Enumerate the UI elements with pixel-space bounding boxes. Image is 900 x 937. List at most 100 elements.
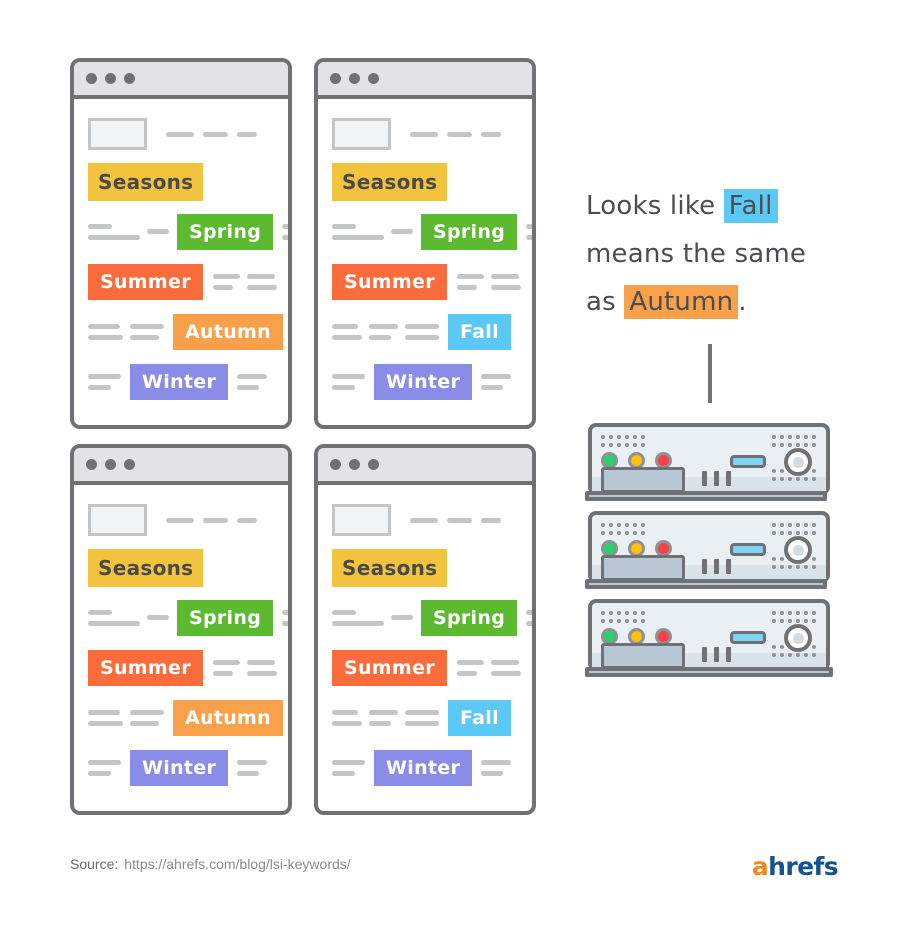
browser-window-top-right[interactable]: Seasons Spring Summer Fall Winter xyxy=(314,58,536,429)
browser-window-top-left[interactable]: Seasons Spring Summer Autumn Winter xyxy=(70,58,292,429)
browser-window-bottom-right[interactable]: Seasons Spring Summer Fall Winter xyxy=(314,444,536,815)
server-unit-3[interactable] xyxy=(588,599,830,671)
keyword-tag-fall[interactable]: Fall xyxy=(448,699,511,736)
keyword-tag-summer[interactable]: Summer xyxy=(88,649,203,686)
text-dash xyxy=(282,223,288,229)
window-dot-maximize-icon[interactable] xyxy=(124,73,135,84)
text-dash xyxy=(456,273,484,279)
keyword-tag-spring[interactable]: Spring xyxy=(177,599,274,636)
text-dash xyxy=(332,223,356,229)
power-knob-icon[interactable] xyxy=(784,536,812,564)
vent-dot-grid-left xyxy=(601,611,645,623)
window-dot-minimize-icon[interactable] xyxy=(105,73,116,84)
keyword-tag-winter[interactable]: Winter xyxy=(374,749,473,786)
drive-slot[interactable] xyxy=(730,631,766,644)
dash-group-left-2 xyxy=(147,229,169,234)
keyword-tag-summer[interactable]: Summer xyxy=(332,263,447,300)
keyword-row-seasons: Seasons xyxy=(88,547,274,588)
dash-group-right xyxy=(237,759,268,776)
keyword-tag-autumn[interactable]: Autumn xyxy=(173,699,283,736)
logo-placeholder xyxy=(88,118,147,150)
window-dot-close-icon[interactable] xyxy=(86,459,97,470)
window-dot-close-icon[interactable] xyxy=(330,73,341,84)
indicator-bars xyxy=(702,559,731,574)
text-dash xyxy=(332,770,355,776)
page-content: Seasons Spring Summer xyxy=(74,485,288,788)
callout-line2: means the same xyxy=(586,239,807,269)
server-unit-1[interactable] xyxy=(588,423,830,495)
browser-titlebar xyxy=(318,62,532,99)
logo-placeholder xyxy=(88,504,147,536)
drive-slot[interactable] xyxy=(730,455,766,468)
text-dash xyxy=(526,609,532,615)
server-tray[interactable] xyxy=(601,467,685,493)
vent-dot-grid-right-top xyxy=(772,435,816,447)
window-dot-minimize-icon[interactable] xyxy=(349,459,360,470)
header-dash xyxy=(481,517,501,523)
server-tray[interactable] xyxy=(601,555,685,581)
dash-group-right xyxy=(282,223,288,240)
page-header-row xyxy=(88,116,274,152)
server-rack xyxy=(585,423,833,695)
keyword-tag-spring[interactable]: Spring xyxy=(421,599,518,636)
dash-group-left xyxy=(332,223,384,240)
text-dash xyxy=(212,273,240,279)
dash-group-right xyxy=(212,659,240,676)
dash-group-right-2 xyxy=(490,659,521,676)
source-url[interactable]: https://ahrefs.com/blog/lsi-keywords/ xyxy=(124,856,350,872)
power-knob-icon[interactable] xyxy=(784,448,812,476)
keyword-tag-spring[interactable]: Spring xyxy=(177,213,274,250)
text-dash xyxy=(88,384,111,390)
window-dot-close-icon[interactable] xyxy=(330,459,341,470)
dash-group-left xyxy=(332,609,384,626)
window-dot-close-icon[interactable] xyxy=(86,73,97,84)
logo-placeholder xyxy=(332,118,391,150)
dash-group-right xyxy=(456,273,484,290)
text-dash xyxy=(88,609,112,615)
keyword-tag-spring[interactable]: Spring xyxy=(421,213,518,250)
keyword-tag-autumn[interactable]: Autumn xyxy=(173,313,283,350)
source-credit: Source: https://ahrefs.com/blog/lsi-keywo… xyxy=(70,856,351,872)
keyword-tag-seasons[interactable]: Seasons xyxy=(88,162,204,201)
server-tray[interactable] xyxy=(601,643,685,669)
dash-group-right-2 xyxy=(490,273,521,290)
window-dot-minimize-icon[interactable] xyxy=(349,73,360,84)
callout-highlight-autumn: Autumn xyxy=(624,285,739,319)
callout-highlight-fall: Fall xyxy=(723,189,778,223)
dash-group-left xyxy=(332,373,365,390)
window-dot-maximize-icon[interactable] xyxy=(368,459,379,470)
text-dash xyxy=(332,720,362,726)
keyword-tag-summer[interactable]: Summer xyxy=(332,649,447,686)
window-dot-maximize-icon[interactable] xyxy=(124,459,135,470)
dash-group-left-2 xyxy=(130,323,164,340)
header-dash-group xyxy=(166,131,257,137)
text-dash xyxy=(369,323,398,329)
keyword-tag-fall[interactable]: Fall xyxy=(448,313,511,350)
window-dot-maximize-icon[interactable] xyxy=(368,73,379,84)
keyword-tag-summer[interactable]: Summer xyxy=(88,263,203,300)
window-dot-minimize-icon[interactable] xyxy=(105,459,116,470)
keyword-tag-seasons[interactable]: Seasons xyxy=(332,162,448,201)
keyword-tag-seasons[interactable]: Seasons xyxy=(332,548,448,587)
text-dash xyxy=(130,720,159,726)
dash-group-left xyxy=(88,609,140,626)
page-content: Seasons Spring Summer xyxy=(74,99,288,402)
dash-group-right xyxy=(237,373,268,390)
keyword-row-winter: Winter xyxy=(88,747,274,788)
browser-window-bottom-left[interactable]: Seasons Spring Summer Autumn Winter xyxy=(70,444,292,815)
server-unit-2[interactable] xyxy=(588,511,830,583)
keyword-row-fall: Fall xyxy=(332,311,518,352)
keyword-tag-winter[interactable]: Winter xyxy=(130,363,229,400)
text-dash xyxy=(490,659,519,665)
ahrefs-logo[interactable]: ahrefs xyxy=(752,852,839,881)
logo-placeholder xyxy=(332,504,391,536)
keyword-tag-winter[interactable]: Winter xyxy=(130,749,229,786)
text-dash xyxy=(332,373,365,379)
header-dash-group xyxy=(410,131,501,137)
keyword-tag-winter[interactable]: Winter xyxy=(374,363,473,400)
drive-slot[interactable] xyxy=(730,543,766,556)
dash-group-left-2 xyxy=(391,615,413,620)
power-knob-icon[interactable] xyxy=(784,624,812,652)
keyword-tag-seasons[interactable]: Seasons xyxy=(88,548,204,587)
text-dash xyxy=(369,720,391,726)
